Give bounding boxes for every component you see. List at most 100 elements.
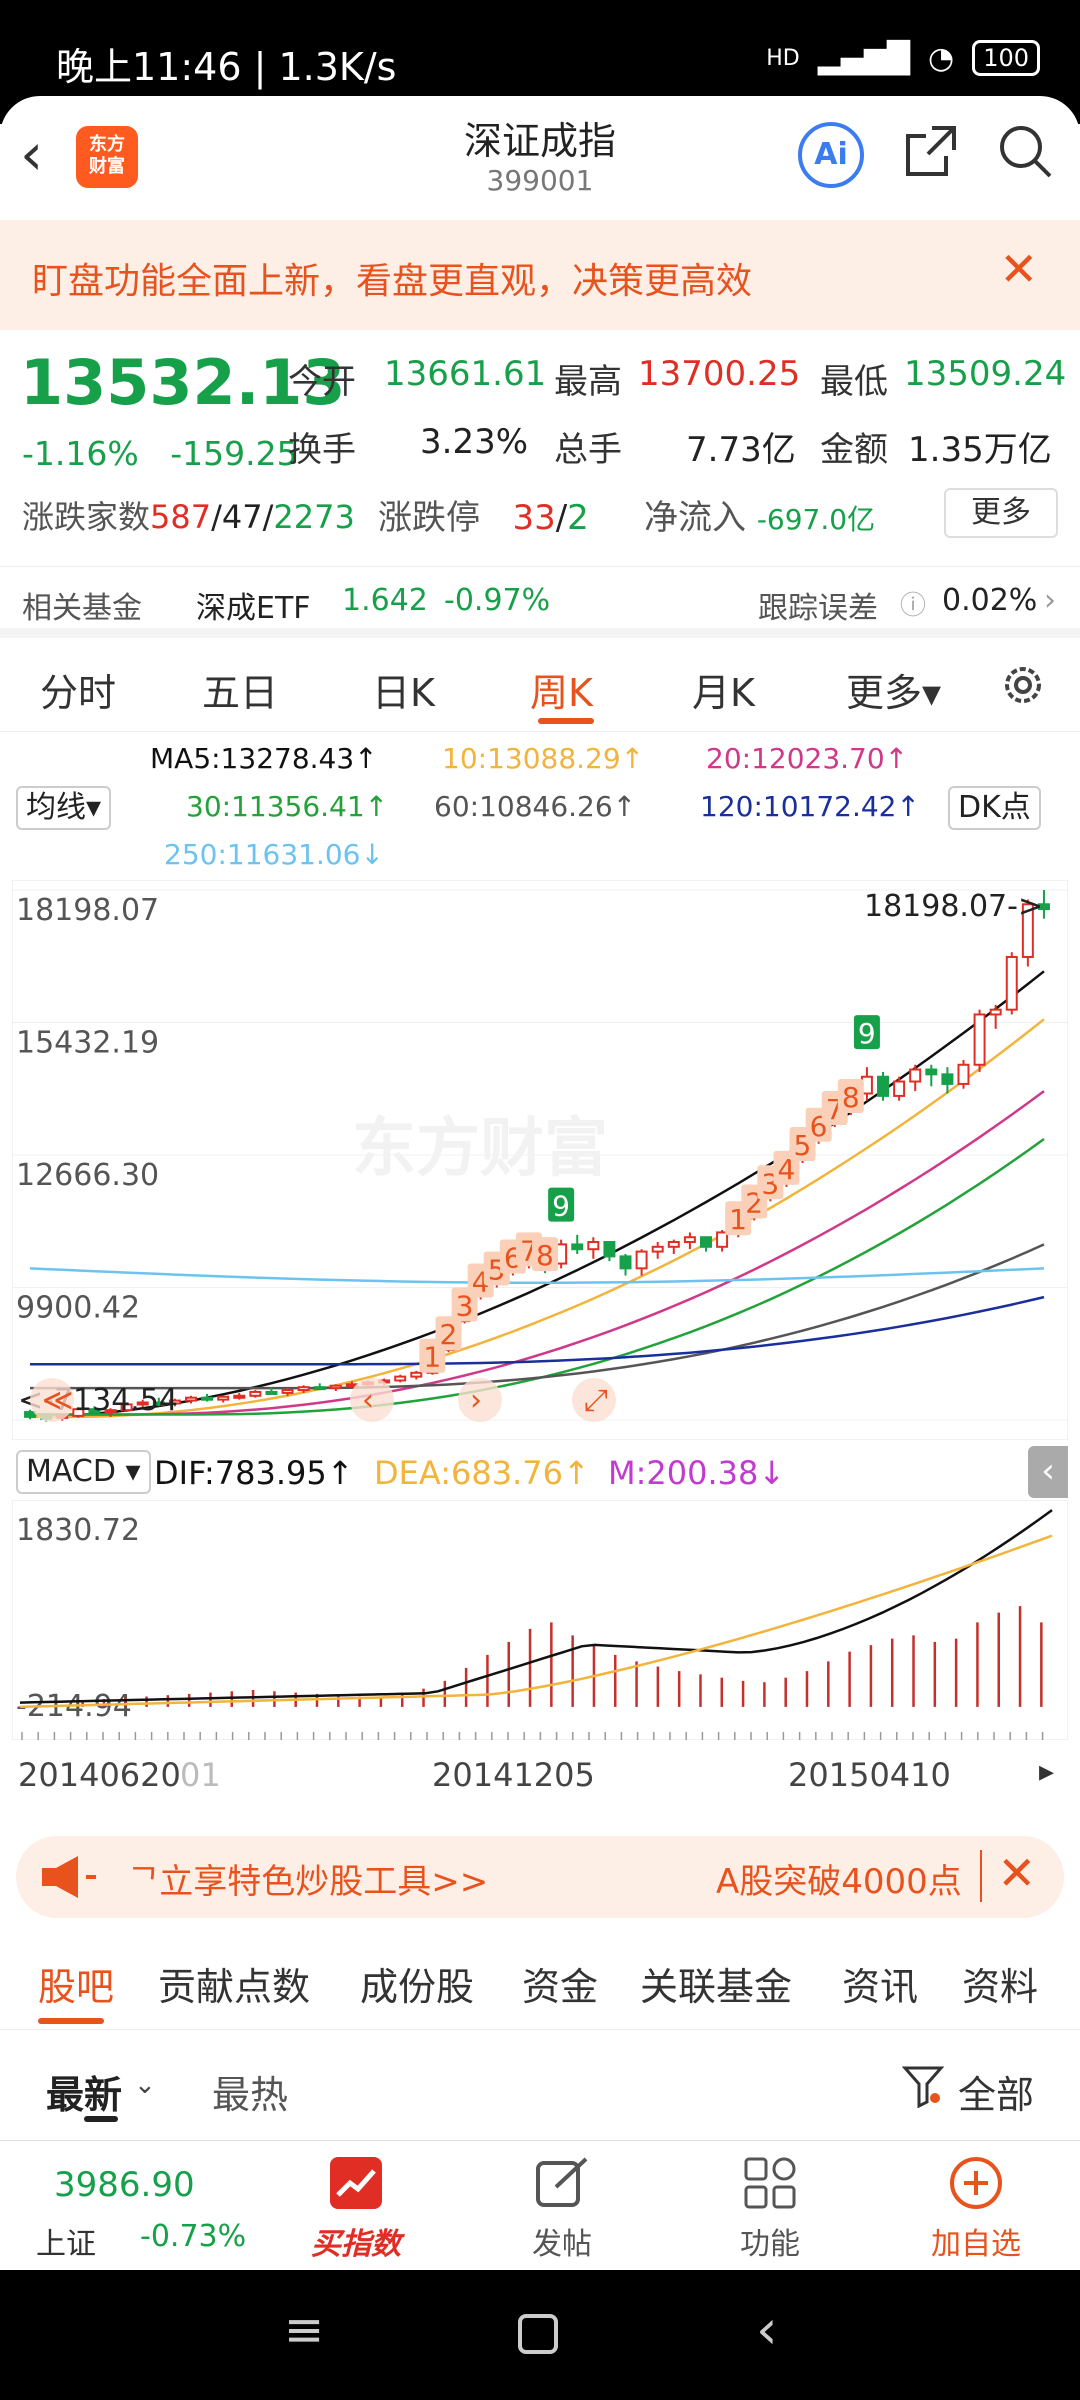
tab-guba[interactable]: 股吧 bbox=[38, 1956, 114, 2011]
candlestick-chart[interactable]: 18198.0715432.1912666.309900.42东方财富12345… bbox=[12, 880, 1068, 1440]
play-icon[interactable]: ▸ bbox=[1039, 1754, 1054, 1789]
candle-body bbox=[925, 1068, 938, 1076]
promo-bar[interactable]: ᄀ立享特色炒股工具>> A股突破4000点 ✕ bbox=[16, 1836, 1064, 1918]
tab-news[interactable]: 资讯 bbox=[842, 1956, 918, 2011]
ai-icon[interactable]: Ai bbox=[798, 122, 864, 188]
tab-constituents[interactable]: 成份股 bbox=[360, 1956, 474, 2011]
open-value: 13661.61 bbox=[384, 354, 547, 394]
announcement-banner[interactable]: 盯盘功能全面上新，看盘更直观，决策更高效 ✕ bbox=[0, 220, 1080, 330]
sort-latest[interactable]: 最新 bbox=[46, 2064, 122, 2119]
close-icon[interactable]: ✕ bbox=[997, 1846, 1036, 1900]
add-watchlist-button[interactable]: 加自选 bbox=[896, 2155, 1056, 2263]
ma20-value: 20:12023.70↑ bbox=[706, 742, 909, 775]
candle-body bbox=[651, 1245, 664, 1253]
candle-body bbox=[877, 1075, 890, 1097]
dk-point-button[interactable]: DK点 bbox=[948, 786, 1041, 830]
filter-label[interactable]: 全部 bbox=[958, 2064, 1034, 2119]
td-label: 8 bbox=[842, 1081, 860, 1114]
post-button[interactable]: 发帖 bbox=[482, 2155, 642, 2263]
chevron-left-icon[interactable]: ‹ bbox=[1028, 1446, 1068, 1498]
ma-selector[interactable]: 均线▾ bbox=[16, 786, 112, 830]
back-nav-icon[interactable]: ‹ bbox=[756, 2298, 778, 2361]
limit-separator: / bbox=[555, 498, 568, 538]
more-button[interactable]: 更多 bbox=[944, 488, 1058, 538]
y-axis-label: 18198.07 bbox=[16, 893, 159, 928]
td-label: 9 bbox=[552, 1190, 570, 1223]
macd-top-label: 1830.72 bbox=[16, 1513, 140, 1548]
limit-up-count: 33 bbox=[512, 498, 556, 538]
share-icon[interactable] bbox=[902, 122, 960, 180]
date-label: 01 bbox=[180, 1756, 221, 1794]
ma5-value: MA5:13278.43↑ bbox=[150, 742, 378, 775]
fund-name: 深成ETF bbox=[196, 591, 311, 626]
tab-monthly-k[interactable]: 月K bbox=[692, 662, 755, 717]
candle-body bbox=[667, 1241, 680, 1248]
close-icon[interactable]: ✕ bbox=[999, 242, 1038, 296]
status-time: 晚上11:46 | 1.3K/s bbox=[56, 45, 397, 89]
filter-icon[interactable] bbox=[902, 2064, 944, 2108]
candle-body bbox=[571, 1243, 584, 1251]
sh-index-value[interactable]: 3986.90 bbox=[54, 2165, 195, 2205]
change-percent: -1.16% bbox=[22, 434, 139, 473]
chevron-down-icon: ⌄ bbox=[134, 2070, 156, 2100]
search-icon[interactable] bbox=[996, 122, 1054, 180]
tab-weekly-k[interactable]: 周K bbox=[530, 662, 593, 717]
date-label: 20141205 bbox=[432, 1756, 595, 1794]
system-nav-bar: ≡ ‹ bbox=[0, 2270, 1080, 2400]
buy-index-label: 买指数 bbox=[311, 2227, 401, 2262]
breadth-label: 涨跌家数 bbox=[22, 498, 151, 536]
menu-icon[interactable]: ≡ bbox=[284, 2302, 324, 2358]
tab-capital[interactable]: 资金 bbox=[522, 1956, 598, 2011]
macd-header: MACD ▾ DIF:783.95↑ DEA:683.76↑ M:200.38↓… bbox=[12, 1444, 1068, 1500]
tab-more[interactable]: 更多▾ bbox=[846, 662, 941, 717]
macd-dea: DEA:683.76↑ bbox=[374, 1454, 590, 1492]
edit-icon bbox=[536, 2157, 588, 2207]
megaphone-icon bbox=[42, 1856, 96, 1898]
candle-body bbox=[297, 1386, 310, 1392]
tab-five-day[interactable]: 五日 bbox=[202, 662, 278, 717]
bottom-toolbar: 3986.90 上证 -0.73% 买指数 发帖 功能 加自选 bbox=[0, 2140, 1080, 2270]
related-fund-row[interactable]: 相关基金 深成ETF 1.642 -0.97% 跟踪误差 ⓘ 0.02% › bbox=[0, 566, 1080, 638]
chevron-right-icon: › bbox=[1044, 583, 1056, 618]
date-label: 20150410 bbox=[788, 1756, 951, 1794]
gear-icon[interactable] bbox=[998, 660, 1048, 710]
tab-contribution[interactable]: 贡献点数 bbox=[158, 1956, 310, 2011]
chevron-right-icon[interactable]: › bbox=[470, 1383, 482, 1418]
sort-hot[interactable]: 最热 bbox=[212, 2064, 288, 2119]
chart-period-tabs: 分时 五日 日K 周K 月K 更多▾ bbox=[0, 640, 1080, 732]
limit-label: 涨跌停 bbox=[378, 498, 480, 538]
tab-intraday[interactable]: 分时 bbox=[40, 662, 116, 717]
sort-bar: 最新 ⌄ 最热 全部 bbox=[0, 2030, 1080, 2140]
ma10-value: 10:13088.29↑ bbox=[442, 742, 645, 775]
tracking-error-label: 跟踪误差 bbox=[758, 591, 878, 626]
indicator-selector[interactable]: MACD ▾ bbox=[16, 1450, 151, 1494]
promo-ticker: A股突破4000点 bbox=[716, 1862, 962, 1902]
ma250-value: 250:11631.06↓ bbox=[164, 838, 384, 871]
double-chevron-left-icon[interactable]: ≪ bbox=[42, 1383, 73, 1418]
macd-dif: DIF:783.95↑ bbox=[154, 1454, 354, 1492]
candle-body bbox=[619, 1255, 632, 1270]
home-icon[interactable] bbox=[518, 2314, 558, 2354]
plus-circle-icon bbox=[950, 2157, 1002, 2209]
candle-body bbox=[699, 1236, 712, 1248]
tab-daily-k[interactable]: 日K bbox=[372, 662, 435, 717]
low-label: 最低 bbox=[820, 362, 888, 402]
chevron-left-icon[interactable]: ‹ bbox=[362, 1383, 374, 1418]
promo-text: ᄀ立享特色炒股工具>> bbox=[128, 1862, 489, 1902]
y-axis-label: 9900.42 bbox=[16, 1291, 140, 1326]
functions-label: 功能 bbox=[740, 2227, 800, 2262]
tab-related-funds[interactable]: 关联基金 bbox=[640, 1956, 792, 2011]
candle-body bbox=[635, 1250, 648, 1270]
expand-icon[interactable]: ⤢ bbox=[584, 1383, 608, 1418]
help-icon[interactable]: ⓘ bbox=[900, 585, 926, 622]
add-watchlist-label: 加自选 bbox=[931, 2227, 1021, 2262]
high-value: 13700.25 bbox=[638, 354, 801, 394]
tab-profile[interactable]: 资料 bbox=[962, 1956, 1038, 2011]
breadth-separator: / bbox=[211, 498, 222, 536]
buy-index-button[interactable]: 买指数 bbox=[276, 2155, 436, 2263]
functions-button[interactable]: 功能 bbox=[690, 2155, 850, 2263]
divider bbox=[980, 1850, 982, 1902]
ma30-value: 30:11356.41↑ bbox=[186, 790, 389, 823]
candle-body bbox=[957, 1063, 970, 1085]
candle-body bbox=[394, 1375, 407, 1382]
